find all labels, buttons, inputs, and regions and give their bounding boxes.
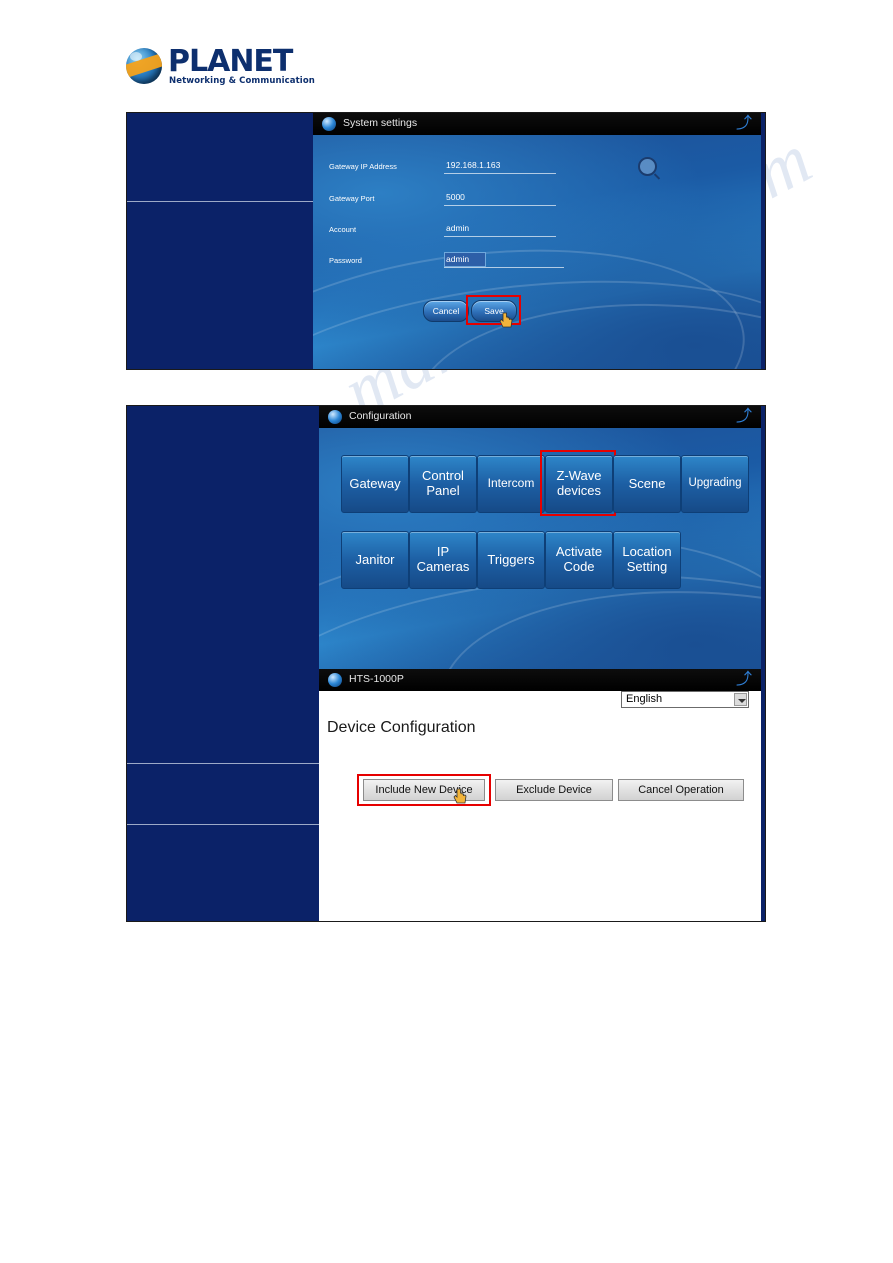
tile-label: Upgrading bbox=[688, 477, 742, 490]
logo-tagline-text: Networking & Communication bbox=[169, 76, 315, 86]
gateway-ip-value[interactable]: 192.168.1.163 bbox=[446, 160, 500, 170]
planet-orb-icon bbox=[322, 117, 336, 131]
back-arrow-icon[interactable]: ⤴ bbox=[735, 672, 753, 688]
tile-location-setting[interactable]: Location Setting bbox=[613, 531, 681, 589]
tile-z-wave-devices[interactable]: Z-Wave devices bbox=[545, 455, 613, 513]
sidebar-divider bbox=[127, 201, 313, 202]
sidebar-divider bbox=[127, 824, 319, 825]
system-settings-title: System settings bbox=[343, 117, 418, 129]
back-arrow-icon[interactable]: ⤴ bbox=[735, 116, 753, 132]
language-select[interactable]: English bbox=[621, 691, 749, 708]
system-settings-titlebar: System settings ⤴ bbox=[313, 113, 761, 136]
figure-1-sidebar bbox=[127, 113, 313, 369]
tile-control-panel[interactable]: Control Panel bbox=[409, 455, 477, 513]
planet-globe-logo-icon bbox=[126, 48, 162, 84]
tile-gateway[interactable]: Gateway bbox=[341, 455, 409, 513]
back-arrow-icon[interactable]: ⤴ bbox=[735, 409, 753, 425]
system-settings-body: Gateway IP Address 192.168.1.163 Gateway… bbox=[313, 135, 761, 369]
device-configuration-panel: English Device Configuration Include New… bbox=[319, 691, 761, 921]
hts1000p-title: HTS-1000P bbox=[349, 673, 404, 685]
tile-janitor[interactable]: Janitor bbox=[341, 531, 409, 589]
configuration-title: Configuration bbox=[349, 410, 412, 422]
hts1000p-screen: HTS-1000P ⤴ English Device Configuration… bbox=[319, 669, 761, 921]
hts1000p-titlebar: HTS-1000P ⤴ bbox=[319, 669, 761, 692]
tile-triggers[interactable]: Triggers bbox=[477, 531, 545, 589]
tile-label: Control Panel bbox=[422, 468, 464, 498]
gateway-port-underline bbox=[444, 205, 556, 206]
figure-configuration: Configuration ⤴ Gateway Control Panel In… bbox=[126, 405, 766, 922]
exclude-device-button[interactable]: Exclude Device bbox=[495, 779, 613, 801]
tile-label: Janitor bbox=[355, 551, 395, 567]
cancel-operation-button[interactable]: Cancel Operation bbox=[618, 779, 744, 801]
tile-label: Triggers bbox=[487, 551, 535, 567]
gateway-ip-label: Gateway IP Address bbox=[329, 162, 397, 171]
gateway-ip-underline bbox=[444, 173, 556, 174]
figure-1-right-edge bbox=[761, 113, 765, 369]
tile-label: Scene bbox=[628, 475, 666, 491]
chevron-down-icon[interactable] bbox=[734, 693, 747, 706]
sidebar-divider bbox=[127, 763, 319, 764]
configuration-titlebar: Configuration ⤴ bbox=[319, 406, 761, 429]
planet-orb-icon bbox=[328, 673, 342, 687]
page-title: Device Configuration bbox=[327, 719, 476, 736]
button-label: Include New Device bbox=[375, 784, 473, 796]
cancel-button[interactable]: Cancel bbox=[423, 300, 469, 322]
account-label: Account bbox=[329, 225, 357, 234]
language-select-value: English bbox=[626, 693, 663, 705]
magnifier-icon[interactable] bbox=[638, 157, 657, 176]
save-button[interactable]: Save bbox=[471, 300, 517, 322]
gateway-port-label: Gateway Port bbox=[329, 194, 375, 203]
tile-activate-code[interactable]: Activate Code bbox=[545, 531, 613, 589]
logo-brand-text: PLANET bbox=[168, 44, 293, 79]
configuration-body: Gateway Control Panel Intercom Z-Wave de… bbox=[319, 428, 761, 669]
tile-label: Intercom bbox=[487, 476, 535, 491]
tile-ip-cameras[interactable]: IP Cameras bbox=[409, 531, 477, 589]
button-label: Exclude Device bbox=[516, 784, 592, 796]
account-underline bbox=[444, 236, 556, 237]
figure-2-right-edge bbox=[761, 406, 765, 921]
tile-label: Z-Wave devices bbox=[556, 468, 602, 498]
tile-intercom[interactable]: Intercom bbox=[477, 455, 545, 513]
configuration-screen: Configuration ⤴ Gateway Control Panel In… bbox=[319, 406, 761, 669]
account-value[interactable]: admin bbox=[446, 223, 469, 233]
password-label: Password bbox=[329, 256, 362, 265]
button-label: Cancel Operation bbox=[638, 784, 724, 796]
planet-logo: PLANET Networking & Communication bbox=[126, 44, 326, 90]
tile-label: Gateway bbox=[349, 475, 401, 491]
tile-scene[interactable]: Scene bbox=[613, 455, 681, 513]
tile-label: IP Cameras bbox=[416, 544, 470, 574]
password-underline bbox=[444, 267, 564, 268]
tile-upgrading[interactable]: Upgrading bbox=[681, 455, 749, 513]
planet-orb-icon bbox=[328, 410, 342, 424]
gateway-port-value[interactable]: 5000 bbox=[446, 192, 465, 202]
tile-label: Location Setting bbox=[622, 544, 672, 574]
tile-label: Activate Code bbox=[555, 544, 603, 574]
figure-system-settings: System settings ⤴ Gateway IP Address 192… bbox=[126, 112, 766, 370]
password-value[interactable]: admin bbox=[446, 254, 469, 264]
include-new-device-button[interactable]: Include New Device bbox=[363, 779, 485, 801]
system-settings-screen: System settings ⤴ Gateway IP Address 192… bbox=[313, 113, 761, 369]
figure-2-sidebar bbox=[127, 406, 319, 921]
